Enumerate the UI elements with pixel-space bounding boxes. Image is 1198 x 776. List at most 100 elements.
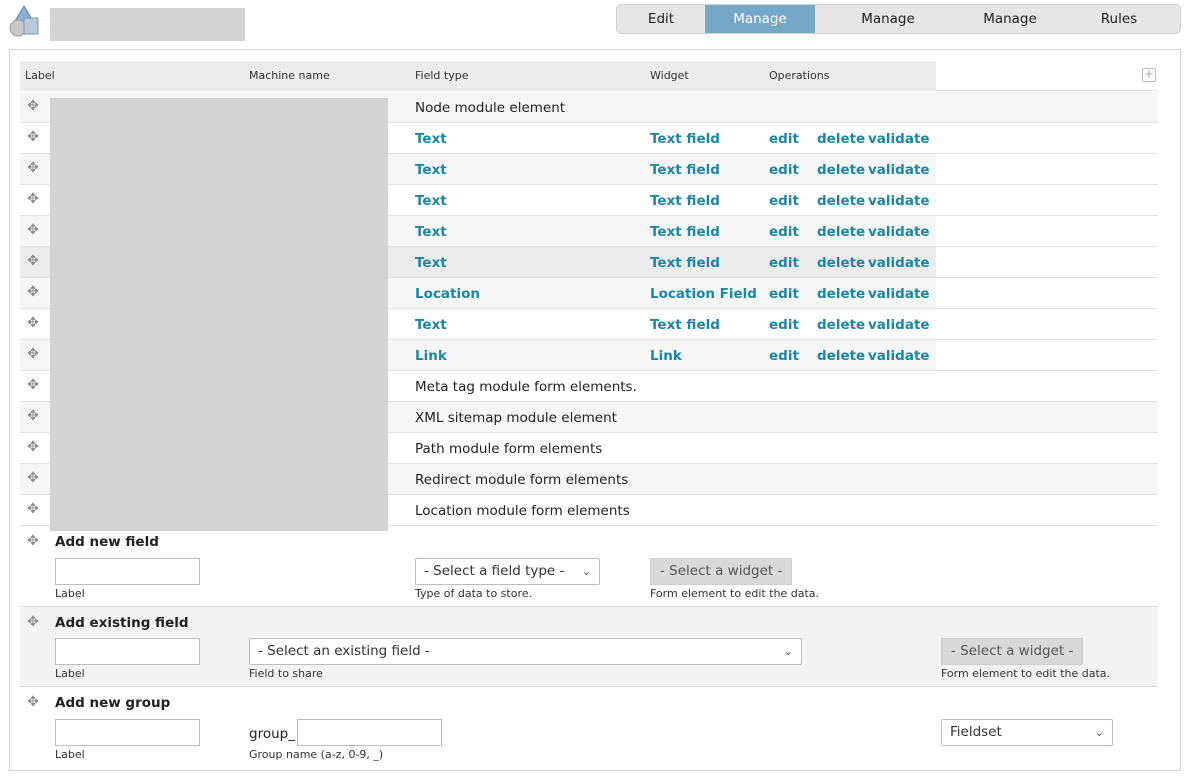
drag-handle-icon[interactable]: ✥ [26,285,40,299]
edit-link[interactable]: edit [769,162,799,178]
widget-link[interactable]: Text field [650,255,720,271]
add-existing-field-section: ✥ Add existing field Label - Select an e… [20,607,1158,687]
add-new-field-title: Add new field [55,534,159,550]
delete-link[interactable]: delete [817,162,865,178]
tab-rules[interactable]: Rules [1059,5,1179,33]
widget-link[interactable]: Text field [650,317,720,333]
drag-handle-icon[interactable]: ✥ [26,347,40,361]
delete-link[interactable]: delete [817,348,865,364]
widget-link[interactable]: Text field [650,162,720,178]
field-type-link[interactable]: Text [415,224,447,240]
delete-link[interactable]: delete [817,193,865,209]
widget-link[interactable]: Text field [650,224,720,240]
new-group-label-input[interactable] [55,719,200,746]
tab-bar: EditManage fieldsManage dependenciesMana… [616,4,1181,34]
add-new-field-section: ✥ Add new field Label - Select a field t… [20,527,1158,607]
header-operations: Operations [769,69,830,82]
validate-link[interactable]: validate [868,255,930,271]
delete-link[interactable]: delete [817,317,865,333]
delete-link[interactable]: delete [817,224,865,240]
validate-link[interactable]: validate [868,224,930,240]
add-existing-field-title: Add existing field [55,615,189,631]
new-field-label-input[interactable] [55,558,200,585]
edit-link[interactable]: edit [769,348,799,364]
tab-manage-dependencies[interactable]: Manage dependencies [815,5,961,33]
drag-handle-icon[interactable]: ✥ [26,440,40,454]
drag-handle-icon[interactable]: ✥ [26,502,40,516]
drag-handle-icon[interactable]: ✥ [26,695,40,709]
field-type-link[interactable]: Text [415,317,447,333]
delete-link[interactable]: delete [817,255,865,271]
edit-link[interactable]: edit [769,317,799,333]
group-format-select[interactable]: Fieldset ⌄ [941,719,1113,746]
drag-handle-icon[interactable]: ✥ [26,99,40,113]
validate-link[interactable]: validate [868,348,930,364]
chevron-down-icon: ⌄ [581,565,591,578]
drag-handle-icon[interactable]: ✥ [26,409,40,423]
group-name-input[interactable] [297,719,442,746]
new-field-widget-select[interactable]: - Select a widget - [650,558,793,585]
row-description: Location module form elements [415,503,630,519]
add-new-group-section: ✥ Add new group Label group_ Group name … [20,687,1158,767]
chevron-down-icon: ⌄ [783,645,793,658]
existing-field-label-input[interactable] [55,638,200,665]
existing-field-select[interactable]: - Select an existing field - ⌄ [249,638,802,665]
validate-link[interactable]: validate [868,317,930,333]
new-field-label-help: Label [55,587,85,600]
widget-link[interactable]: Link [650,348,682,364]
existing-field-label-help: Label [55,667,85,680]
existing-field-widget-help: Form element to edit the data. [941,667,1111,680]
drag-handle-icon[interactable]: ✥ [26,471,40,485]
widget-link[interactable]: Text field [650,131,720,147]
field-type-link[interactable]: Location [415,286,480,302]
validate-link[interactable]: validate [868,162,930,178]
row-description: Redirect module form elements [415,472,629,488]
drag-handle-icon[interactable]: ✥ [26,161,40,175]
row-description: Node module element [415,100,566,116]
header-machine-name: Machine name [249,69,330,82]
field-type-link[interactable]: Text [415,255,447,271]
table-header: Label Machine name Field type Widget Ope… [20,61,1158,91]
new-group-label-help: Label [55,748,85,761]
edit-link[interactable]: edit [769,224,799,240]
drag-handle-icon[interactable]: ✥ [26,534,40,548]
drag-handle-icon[interactable]: ✥ [26,378,40,392]
drag-handle-icon[interactable]: ✥ [26,316,40,330]
drag-handle-icon[interactable]: ✥ [26,223,40,237]
validate-link[interactable]: validate [868,286,930,302]
widget-link[interactable]: Text field [650,193,720,209]
drag-handle-icon[interactable]: ✥ [26,130,40,144]
tab-manage-display[interactable]: Manage display [961,5,1059,33]
field-type-link[interactable]: Text [415,131,447,147]
field-type-link[interactable]: Link [415,348,447,364]
existing-field-widget-select[interactable]: - Select a widget - [941,638,1084,665]
edit-link[interactable]: edit [769,193,799,209]
drag-handle-icon[interactable]: ✥ [26,615,40,629]
existing-field-help: Field to share [249,667,323,680]
validate-link[interactable]: validate [868,193,930,209]
delete-link[interactable]: delete [817,286,865,302]
field-type-link[interactable]: Text [415,193,447,209]
tab-edit[interactable]: Edit [617,5,705,33]
group-name-prefix: group_ [249,726,295,742]
row-description: Meta tag module form elements. [415,379,637,395]
drag-handle-icon[interactable]: ✥ [26,192,40,206]
top-bar: EditManage fieldsManage dependenciesMana… [0,0,1198,44]
edit-link[interactable]: edit [769,131,799,147]
header-field-type: Field type [415,69,469,82]
show-row-weights-icon[interactable]: + [1142,68,1156,82]
delete-link[interactable]: delete [817,131,865,147]
group-name-help: Group name (a-z, 0-9, _) [249,748,384,761]
site-name-redacted [50,8,245,41]
redacted-labels [50,98,388,531]
chevron-down-icon: ⌄ [1094,726,1104,739]
tab-manage-fields[interactable]: Manage fields [705,5,815,33]
widget-link[interactable]: Location Field [650,286,757,302]
field-type-link[interactable]: Text [415,162,447,178]
edit-link[interactable]: edit [769,255,799,271]
edit-link[interactable]: edit [769,286,799,302]
drag-handle-icon[interactable]: ✥ [26,254,40,268]
site-logo-icon [9,5,39,37]
field-type-select[interactable]: - Select a field type - ⌄ [415,558,600,585]
validate-link[interactable]: validate [868,131,930,147]
